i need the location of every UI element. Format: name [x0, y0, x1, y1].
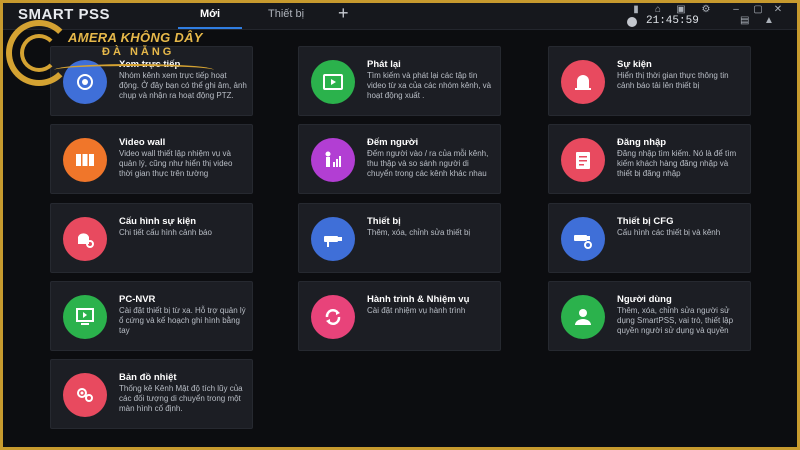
- module-description: Cài đặt nhiệm vụ hành trình: [367, 306, 466, 315]
- watermark-logo: AMERA KHÔNG DÂY ĐÀ NẴNG: [6, 20, 236, 92]
- module-title: Bản đồ nhiệt: [119, 372, 177, 383]
- user-icon: [561, 295, 605, 339]
- home-icon[interactable]: ⌂: [652, 5, 664, 15]
- module-card[interactable]: Đếm người Đếm người vào / ra của mỗi kênh…: [298, 124, 501, 194]
- module-card[interactable]: Phát lại Tìm kiếm và phát lại các tập tin…: [298, 46, 501, 116]
- logo-inner-ring-icon: [20, 34, 58, 72]
- module-description: Thêm, xóa, chỉnh sửa người sử dụng Smart…: [617, 306, 734, 335]
- lock-icon[interactable]: ▣: [675, 5, 687, 15]
- module-title: Thiết bị CFG: [617, 216, 674, 227]
- module-card[interactable]: Sự kiện Hiển thị thời gian thực thông tin…: [548, 46, 751, 116]
- people-count-icon: [311, 138, 355, 182]
- log-icon: [561, 138, 605, 182]
- maximize-icon[interactable]: ▢: [752, 5, 764, 15]
- module-description: Cấu hình các thiết bị và kênh: [617, 228, 721, 237]
- alarm-icon: [561, 60, 605, 104]
- module-description: Tìm kiếm và phát lại các tập tin video t…: [367, 71, 492, 100]
- module-title: Video wall: [119, 137, 166, 148]
- user-icon[interactable]: ▮: [630, 5, 642, 15]
- module-title: Đếm người: [367, 137, 419, 148]
- tab-new[interactable]: Mới: [200, 8, 220, 20]
- module-card[interactable]: Video wall Video wall thiết lập nhiệm vụ …: [50, 124, 253, 194]
- playback-icon: [311, 60, 355, 104]
- module-card[interactable]: Đăng nhập Đăng nhập tìm kiếm. Nó là để tì…: [548, 124, 751, 194]
- module-title: Sự kiện: [617, 59, 652, 70]
- event-config-icon: [63, 217, 107, 261]
- module-description: Video wall thiết lập nhiệm vụ và quản lý…: [119, 149, 233, 178]
- tab-devices[interactable]: Thiết bị: [268, 8, 304, 20]
- settings-icon[interactable]: ⚙: [700, 5, 712, 15]
- module-description: Đăng nhập tìm kiếm. Nó là để tìm kiếm kh…: [617, 149, 737, 178]
- video-wall-icon: [63, 138, 107, 182]
- module-description: Đếm người vào / ra của mỗi kênh, thu thậ…: [367, 149, 489, 178]
- module-description: Cài đặt thiết bị từ xa. Hỗ trợ quản lý ổ…: [119, 306, 246, 335]
- module-title: PC-NVR: [119, 294, 156, 305]
- module-title: Hành trình & Nhiệm vụ: [367, 294, 470, 305]
- heatmap-icon: [63, 373, 107, 417]
- module-description: Thêm, xóa, chỉnh sửa thiết bị: [367, 228, 471, 237]
- add-tab-button[interactable]: +: [338, 3, 349, 24]
- module-card[interactable]: Bản đồ nhiệt Thống kê Kênh Mật độ tích lũ…: [50, 359, 253, 429]
- clock-icon: [627, 17, 637, 27]
- logo-swoosh: [54, 64, 214, 76]
- module-card[interactable]: Cấu hình sự kiện Chi tiết cấu hình cảnh b…: [50, 203, 253, 273]
- module-title: Thiết bị: [367, 216, 401, 227]
- module-title: Cấu hình sự kiện: [119, 216, 197, 227]
- module-title: Đăng nhập: [617, 137, 667, 148]
- logo-text-line1: AMERA KHÔNG DÂY: [68, 30, 203, 45]
- tour-icon: [311, 295, 355, 339]
- module-card[interactable]: Thiết bị CFG Cấu hình các thiết bị và kên…: [548, 203, 751, 273]
- module-description: Chi tiết cấu hình cảnh báo: [119, 228, 212, 237]
- close-icon[interactable]: ✕: [772, 5, 784, 15]
- module-title: Người dùng: [617, 294, 672, 305]
- logo-text-line2: ĐÀ NẴNG: [102, 46, 175, 58]
- cpu-icon[interactable]: ▤: [740, 15, 749, 26]
- device-icon: [311, 217, 355, 261]
- clock-time: 21:45:59: [646, 15, 699, 27]
- module-description: Thống kê Kênh Mật độ tích lũy của các đố…: [119, 384, 243, 413]
- module-card[interactable]: PC-NVR Cài đặt thiết bị từ xa. Hỗ trợ quả…: [50, 281, 253, 351]
- module-card[interactable]: Người dùng Thêm, xóa, chỉnh sửa người sử …: [548, 281, 751, 351]
- alert-icon[interactable]: ▲: [764, 15, 774, 26]
- module-card[interactable]: Hành trình & Nhiệm vụ Cài đặt nhiệm vụ hà…: [298, 281, 501, 351]
- module-title: Phát lại: [367, 59, 401, 70]
- pc-nvr-icon: [63, 295, 107, 339]
- device-cfg-icon: [561, 217, 605, 261]
- module-card[interactable]: Thiết bị Thêm, xóa, chỉnh sửa thiết bị: [298, 203, 501, 273]
- module-description: Hiển thị thời gian thực thông tin cảnh b…: [617, 71, 729, 90]
- minimize-icon[interactable]: –: [730, 5, 742, 15]
